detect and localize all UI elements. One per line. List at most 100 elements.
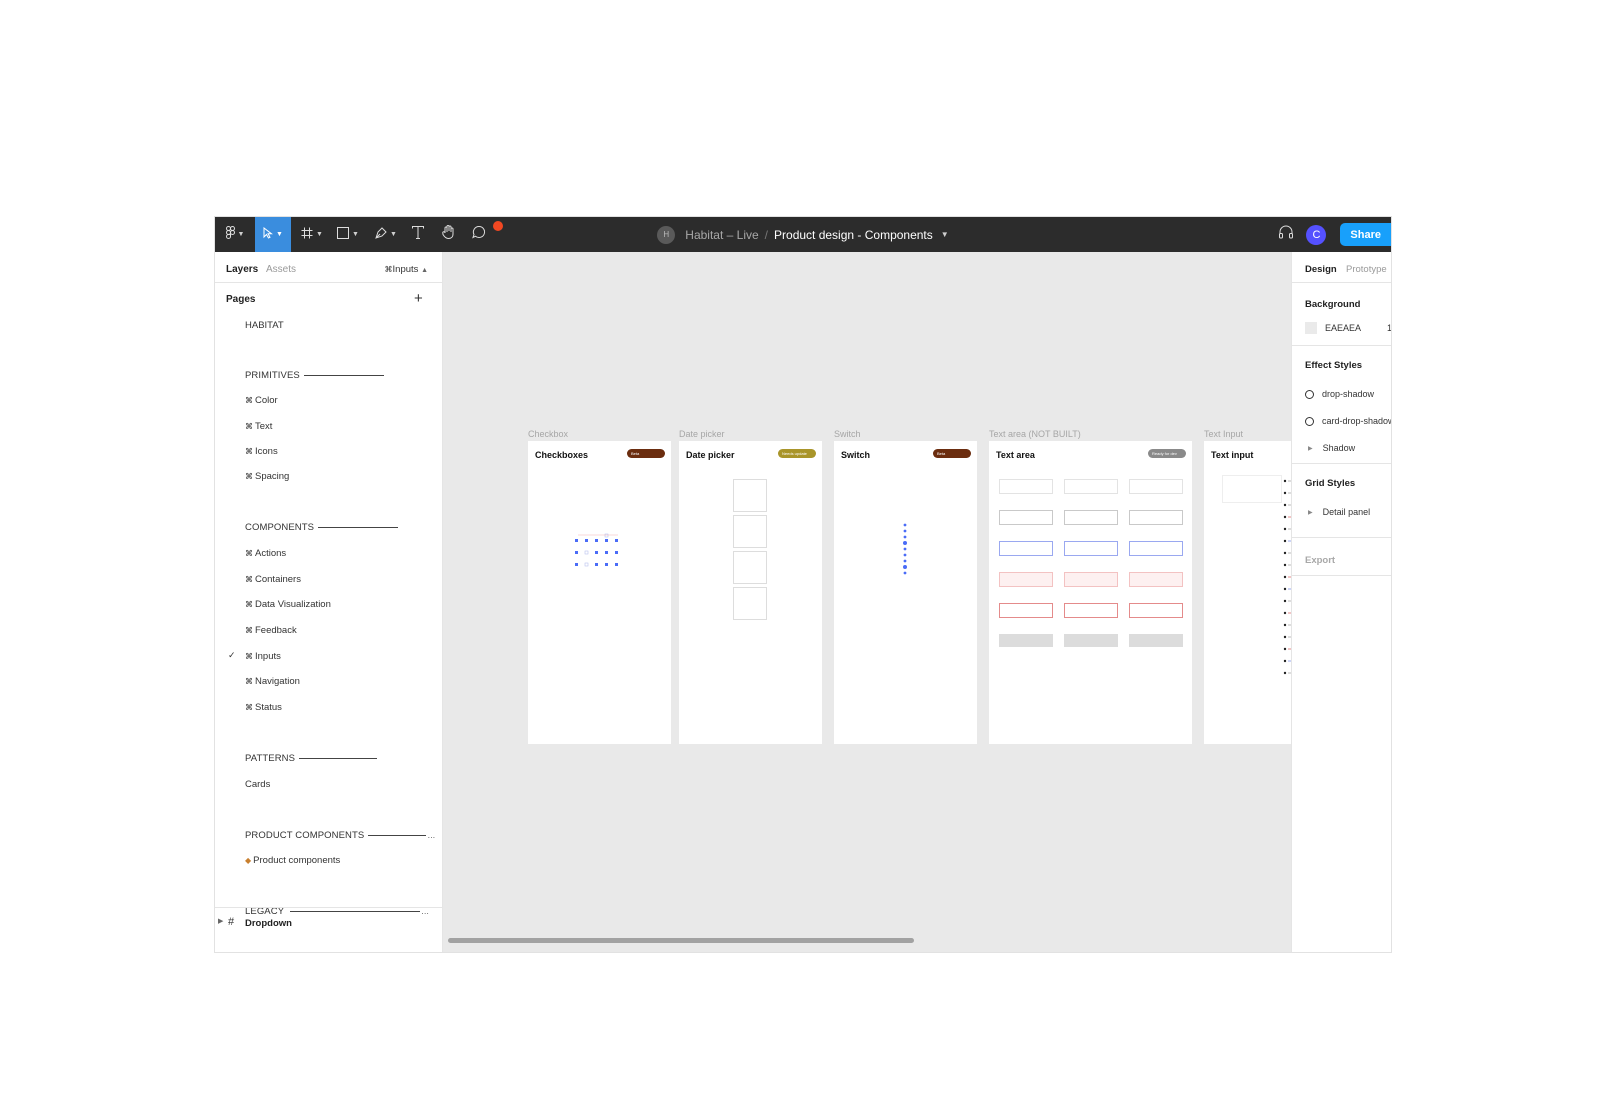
- page-item-spacing[interactable]: ⌘ Spacing: [245, 471, 289, 482]
- frame-text-area[interactable]: Text area Ready for dev: [989, 441, 1192, 744]
- background-heading: Background: [1305, 299, 1361, 310]
- section-divider: [1292, 575, 1391, 576]
- frame-label-date-picker[interactable]: Date picker: [679, 429, 725, 439]
- background-opacity[interactable]: 1: [1387, 323, 1391, 333]
- ellipsis-icon: …: [427, 831, 436, 840]
- status-badge: Beta: [627, 449, 665, 458]
- page-item-inputs[interactable]: ⌘ Inputs: [245, 651, 281, 662]
- effect-style-group[interactable]: ▶ Shadow: [1305, 443, 1355, 453]
- chevron-right-icon[interactable]: ▶: [218, 917, 223, 925]
- frame-label-switch[interactable]: Switch: [834, 429, 861, 439]
- tab-layers[interactable]: Layers: [226, 264, 258, 275]
- frame-switch[interactable]: Switch Beta: [834, 441, 977, 744]
- pen-icon: [375, 226, 387, 244]
- page-label: Product components: [253, 855, 341, 866]
- page-item-navigation[interactable]: ⌘ Navigation: [245, 676, 300, 687]
- page-item-icons[interactable]: ⌘ Icons: [245, 446, 278, 457]
- background-hex[interactable]: EAEAEA: [1325, 323, 1361, 333]
- pen-tool-button[interactable]: ▼: [371, 217, 401, 252]
- page-label: Data Visualization: [255, 599, 331, 610]
- add-page-icon[interactable]: +: [414, 290, 423, 307]
- layer-row[interactable]: ▶ # Dropdown: [215, 907, 442, 938]
- component-page-icon: ⌘: [245, 600, 253, 609]
- chevron-down-icon: ▼: [237, 231, 245, 238]
- file-name[interactable]: Product design - Components: [774, 228, 933, 242]
- background-color-field[interactable]: EAEAEA 1: [1305, 322, 1391, 334]
- chevron-down-icon[interactable]: ▼: [941, 230, 949, 239]
- effect-style-item[interactable]: drop-shadow: [1305, 389, 1374, 399]
- effect-style-icon: [1305, 416, 1314, 426]
- cursor-icon: [263, 226, 273, 244]
- main-menu-button[interactable]: ▼: [221, 217, 249, 252]
- page-item-product-components[interactable]: ◆ Product components: [245, 855, 340, 866]
- shape-tool-button[interactable]: ▼: [333, 217, 363, 252]
- page-item-cards[interactable]: Cards: [245, 779, 270, 790]
- component-page-icon: ⌘: [384, 265, 393, 274]
- team-name[interactable]: Habitat – Live: [685, 228, 758, 242]
- canvas[interactable]: Checkbox Checkboxes Beta Date picker Dat…: [443, 252, 1291, 952]
- user-avatar[interactable]: C: [1306, 224, 1327, 245]
- component-page-icon: ⌘: [245, 652, 253, 661]
- frame-label-text-input[interactable]: Text Input: [1204, 429, 1243, 439]
- hand-tool-button[interactable]: [438, 217, 458, 252]
- divider-line: [303, 375, 384, 376]
- frame-label-text-area[interactable]: Text area (NOT BUILT): [989, 429, 1081, 439]
- frame-text-input[interactable]: Text input: [1204, 441, 1291, 744]
- textarea-preview: [999, 541, 1053, 556]
- component-page-icon: ⌘: [245, 472, 253, 481]
- page-section-primitives[interactable]: PRIMITIVES: [245, 370, 384, 381]
- text-tool-button[interactable]: [408, 217, 428, 252]
- effect-style-item[interactable]: card-drop-shadow: [1305, 416, 1392, 426]
- calendar-preview: [733, 587, 767, 620]
- export-heading[interactable]: Export: [1305, 555, 1335, 566]
- textarea-preview: [1129, 510, 1183, 525]
- page-item-status[interactable]: ⌘ Status: [245, 702, 282, 713]
- page-section-components[interactable]: COMPONENTS: [245, 522, 399, 533]
- background-swatch[interactable]: [1305, 322, 1317, 334]
- component-page-icon: ⌘: [245, 396, 253, 405]
- section-divider: [1292, 463, 1391, 464]
- chevron-down-icon: ▼: [316, 231, 323, 238]
- frame-title: Checkboxes: [535, 450, 589, 460]
- current-page-selector[interactable]: ⌘Inputs ▲: [385, 264, 428, 275]
- calendar-preview: [733, 515, 767, 548]
- effect-style-icon: [1305, 389, 1314, 399]
- tab-design[interactable]: Design: [1305, 264, 1337, 275]
- text-icon: [412, 225, 424, 244]
- grid-style-label: Detail panel: [1322, 507, 1371, 517]
- effect-style-label: Shadow: [1322, 443, 1356, 453]
- team-avatar[interactable]: H: [657, 225, 676, 244]
- page-item-feedback[interactable]: ⌘ Feedback: [245, 625, 297, 636]
- headphones-icon[interactable]: [1278, 225, 1294, 244]
- grid-style-group[interactable]: ▶ Detail panel: [1305, 507, 1370, 517]
- move-tool-button[interactable]: ▼: [255, 217, 291, 252]
- page-item-data-visualization[interactable]: ⌘ Data Visualization: [245, 599, 331, 610]
- palette-icon: ◆: [245, 856, 252, 865]
- page-item-containers[interactable]: ⌘ Containers: [245, 574, 301, 585]
- status-badge: Ready for dev: [1148, 449, 1186, 458]
- effect-style-label: card-drop-shadow: [1322, 416, 1392, 426]
- chevron-up-icon: ▲: [421, 267, 428, 274]
- layer-name: Dropdown: [245, 918, 292, 929]
- page-section-product-components[interactable]: PRODUCT COMPONENTS…: [245, 830, 435, 841]
- share-button[interactable]: Share: [1340, 223, 1391, 246]
- frame-icon: [301, 226, 313, 244]
- frame-tool-button[interactable]: ▼: [297, 217, 327, 252]
- page-item-color[interactable]: ⌘ Color: [245, 395, 278, 406]
- frame-checkbox[interactable]: Checkboxes Beta: [528, 441, 671, 744]
- page-item-habitat[interactable]: HABITAT: [245, 320, 284, 331]
- textarea-preview: [1129, 603, 1183, 618]
- comment-tool-button[interactable]: [468, 217, 490, 252]
- horizontal-scrollbar[interactable]: [448, 938, 914, 943]
- page-item-actions[interactable]: ⌘ Actions: [245, 548, 286, 559]
- page-label: Text: [255, 421, 273, 432]
- breadcrumb-separator: /: [764, 227, 769, 242]
- textarea-preview: [1129, 541, 1183, 556]
- design-panel: Design Prototype Background EAEAEA 1 Eff…: [1291, 252, 1392, 952]
- frame-date-picker[interactable]: Date picker Needs update: [679, 441, 822, 744]
- page-item-text[interactable]: ⌘ Text: [245, 421, 272, 432]
- tab-prototype[interactable]: Prototype: [1346, 264, 1387, 275]
- tab-assets[interactable]: Assets: [266, 264, 296, 275]
- frame-label-checkbox[interactable]: Checkbox: [528, 429, 568, 439]
- page-section-patterns[interactable]: PATTERNS: [245, 753, 378, 764]
